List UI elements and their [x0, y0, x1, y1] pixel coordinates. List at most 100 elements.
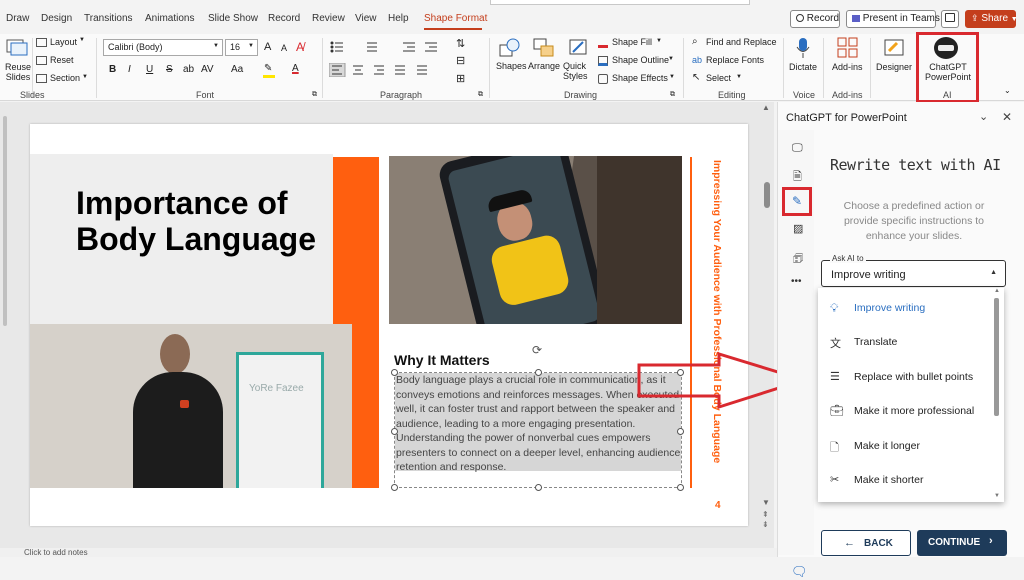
find-replace-button[interactable]: ⌕ Find and Replace	[692, 36, 777, 51]
scroll-up-icon[interactable]: ▲	[762, 103, 770, 112]
dropdown-scroll-thumb[interactable]	[994, 298, 999, 416]
alignment-buttons-row[interactable]	[329, 63, 439, 77]
resize-handle[interactable]	[535, 369, 542, 376]
collapse-ribbon-icon[interactable]: ⌄	[1004, 86, 1011, 95]
section-heading[interactable]: Why It Matters	[394, 352, 490, 368]
quick-styles-button[interactable]: Quick Styles	[562, 37, 594, 87]
presenter-photo[interactable]: YoRe Fazee	[30, 324, 352, 488]
tab-record[interactable]: Record	[268, 13, 300, 24]
tab-review[interactable]: Review	[312, 13, 345, 24]
presentation-icon[interactable]: 🖵	[792, 142, 803, 155]
back-button[interactable]: ← BACK	[821, 530, 911, 556]
chat-icon[interactable]: 🗨	[791, 564, 808, 580]
resize-handle[interactable]	[677, 484, 684, 491]
shapes-label: Shapes	[496, 61, 527, 71]
share-button[interactable]: ⇪ Share ▼	[965, 10, 1018, 28]
resize-handle[interactable]	[391, 484, 398, 491]
font-name-select[interactable]: Calibri (Body) ▼	[103, 39, 223, 56]
text-shadow-button[interactable]: ab	[183, 64, 194, 75]
bold-button[interactable]: B	[109, 64, 116, 75]
thumbnail-scrollbar[interactable]	[3, 116, 7, 326]
grow-font-button[interactable]: A	[264, 41, 271, 53]
ask-ai-select[interactable]: Ask AI to Improve writing ▲	[821, 254, 1006, 287]
replace-fonts-button[interactable]: ab Replace Fonts	[692, 55, 777, 69]
option-make-longer[interactable]: 🗋 Make it longer	[818, 436, 988, 460]
shapes-button[interactable]: Shapes	[494, 37, 527, 87]
more-icon[interactable]: •••	[791, 276, 802, 287]
option-label: Make it longer	[854, 440, 920, 452]
previous-slide-icon[interactable]: ⇞	[762, 510, 769, 519]
tab-slide-show[interactable]: Slide Show	[208, 13, 258, 24]
quick-styles-icon	[569, 39, 587, 55]
layout-button[interactable]: Layout ▼	[36, 37, 86, 51]
smartart-icon[interactable]: ⊞	[456, 72, 465, 85]
designer-icon	[884, 39, 904, 56]
tab-transitions[interactable]: Transitions	[84, 13, 133, 24]
option-translate[interactable]: 文 Translate	[818, 332, 988, 356]
slide-title[interactable]: Importance of Body Language	[76, 185, 316, 257]
note-icon[interactable]: 🗊	[793, 250, 803, 269]
add-ins-button[interactable]: Add-ins	[828, 37, 866, 87]
search-box-edge[interactable]	[490, 0, 750, 5]
option-bullet-points[interactable]: ☰ Replace with bullet points	[818, 367, 988, 391]
chevron-down-icon[interactable]: ⌄	[979, 110, 988, 123]
reset-button[interactable]: Reset	[36, 55, 86, 69]
vertical-scroll-thumb[interactable]	[764, 182, 770, 208]
option-make-shorter[interactable]: ✂ Make it shorter	[818, 470, 988, 494]
record-button[interactable]: Record	[790, 10, 840, 28]
document-icon[interactable]: 🗎	[793, 168, 802, 187]
paragraph-dialog-launcher-icon[interactable]: ⧉	[478, 91, 483, 99]
font-dialog-launcher-icon[interactable]: ⧉	[312, 91, 317, 99]
tab-shape-format[interactable]: Shape Format	[424, 13, 487, 24]
dictate-button[interactable]: Dictate	[787, 37, 819, 87]
select-button[interactable]: ↖ Select ▼	[692, 72, 752, 87]
resize-handle[interactable]	[677, 428, 684, 435]
notes-placeholder[interactable]: Click to add notes	[24, 548, 88, 557]
font-color-button[interactable]: A	[290, 63, 308, 79]
image-icon[interactable]: ▨	[793, 222, 803, 235]
present-in-teams-button[interactable]: Present in Teams	[846, 10, 940, 28]
text-direction-icon[interactable]: ⇅	[456, 37, 465, 50]
vertical-subtitle[interactable]: Impressing Your Audience with Profession…	[707, 160, 723, 478]
tab-draw[interactable]: Draw	[6, 13, 29, 24]
scroll-down-icon[interactable]: ▼	[994, 493, 1000, 499]
back-label: BACK	[864, 538, 893, 549]
italic-button[interactable]: I	[128, 64, 131, 75]
drawing-dialog-launcher-icon[interactable]: ⧉	[670, 91, 675, 99]
font-size-select[interactable]: 16 ▼	[225, 39, 258, 56]
continue-button[interactable]: CONTINUE ›	[917, 530, 1007, 556]
shape-effects-button[interactable]: Shape Effects ▼	[598, 73, 678, 87]
reuse-slides-button[interactable]: Reuse Slides	[3, 37, 31, 87]
strikethrough-button[interactable]: S	[166, 64, 173, 75]
tab-animations[interactable]: Animations	[145, 13, 194, 24]
arrange-button[interactable]: Arrange	[527, 37, 561, 87]
character-spacing-button[interactable]: AV	[201, 64, 214, 75]
tab-view[interactable]: View	[355, 13, 377, 24]
rotate-handle-icon[interactable]: ⟳	[532, 343, 542, 357]
align-text-icon[interactable]: ⊟	[456, 54, 465, 67]
designer-button[interactable]: Designer	[874, 37, 914, 87]
section-button[interactable]: Section ▼	[36, 73, 90, 87]
scroll-down-icon[interactable]: ▼	[762, 498, 770, 507]
option-more-professional[interactable]: 💼︎ Make it more professional	[818, 401, 988, 425]
shrink-font-button[interactable]: A	[281, 43, 287, 53]
resize-handle[interactable]	[391, 428, 398, 435]
separator	[823, 38, 824, 98]
change-case-button[interactable]: Aa	[231, 64, 243, 75]
resize-handle[interactable]	[391, 369, 398, 376]
close-icon[interactable]: ✕	[1002, 110, 1012, 124]
slide-canvas[interactable]: Importance of Body Language YoRe Fazee I…	[30, 124, 748, 526]
scroll-up-icon[interactable]: ▲	[994, 288, 1000, 294]
tab-help[interactable]: Help	[388, 13, 409, 24]
phone-photo[interactable]	[389, 156, 682, 324]
comments-button[interactable]	[941, 10, 959, 28]
shape-outline-button[interactable]: Shape Outline ▼	[598, 55, 678, 69]
highlight-color-button[interactable]: ✎	[262, 63, 280, 79]
underline-button[interactable]: U	[146, 64, 153, 75]
tab-design[interactable]: Design	[41, 13, 72, 24]
option-improve-writing[interactable]: 💡︎ Improve writing	[818, 298, 988, 322]
shape-fill-button[interactable]: Shape Fill ▼	[598, 37, 678, 51]
next-slide-icon[interactable]: ⇟	[762, 520, 769, 529]
clear-formatting-icon[interactable]: A̸	[296, 40, 304, 54]
resize-handle[interactable]	[535, 484, 542, 491]
